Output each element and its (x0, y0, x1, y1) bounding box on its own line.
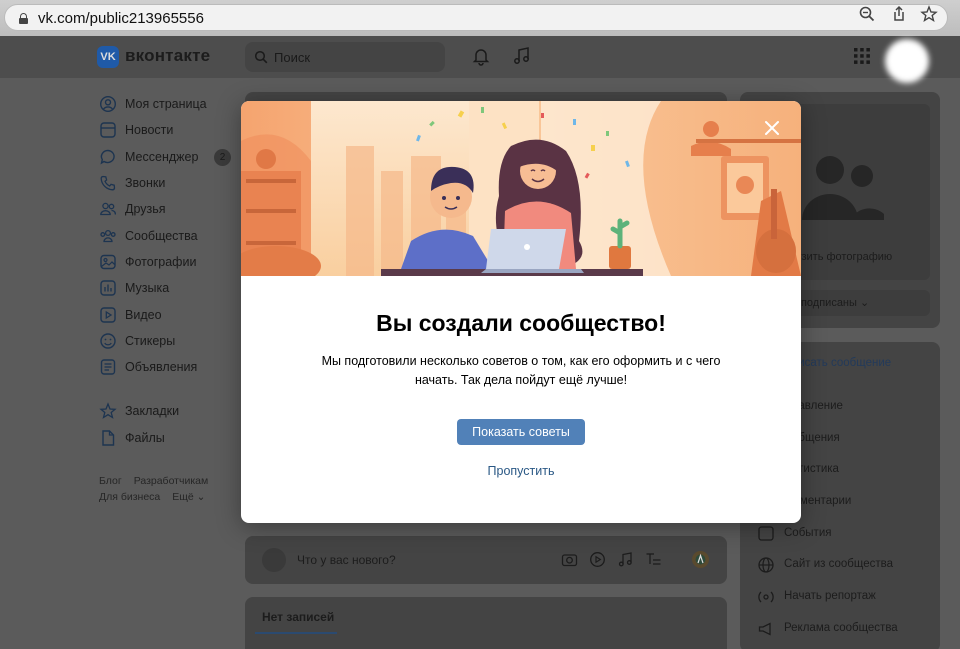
sidebar-item-friends[interactable]: Друзья (97, 196, 237, 222)
video-clip-icon[interactable] (589, 551, 606, 568)
ads-icon (100, 359, 116, 375)
search-placeholder: Поиск (274, 50, 311, 65)
modal-description: Мы подготовили несколько советов о том, … (321, 354, 721, 387)
address-bar[interactable]: vk.com/public213965556 (4, 4, 948, 31)
apps-grid-icon[interactable] (852, 46, 872, 66)
bookmark-icon (99, 402, 117, 420)
tab-no-posts[interactable]: Нет записей (262, 610, 334, 624)
community-created-modal: Вы создали сообщество! Мы подготовили не… (241, 101, 801, 523)
camera-icon[interactable] (561, 551, 578, 568)
vk-logo-icon[interactable]: VK (97, 46, 119, 68)
sticker-icon (100, 333, 116, 349)
sidebar-item-photos[interactable]: Фотографии (97, 249, 237, 275)
megaphone-icon (758, 622, 771, 636)
phone-icon (100, 175, 116, 191)
left-sidebar: Моя страница Новости Мессенджер 2 Звонки… (97, 91, 237, 451)
live-broadcast-icon (758, 591, 774, 603)
vk-brand[interactable]: вконтакте (125, 46, 210, 66)
sidebar-item-calls[interactable]: Звонки (97, 170, 237, 196)
show-tips-button[interactable]: Показать советы (457, 419, 585, 445)
browser-toolbar: vk.com/public213965556 (0, 0, 960, 36)
url-text[interactable]: vk.com/public213965556 (38, 10, 204, 27)
sidebar-item-stickers[interactable]: Стикеры (97, 328, 237, 354)
footer-more-link[interactable]: Ещё ⌄ (172, 491, 205, 503)
sidebar-item-news[interactable]: Новости (97, 117, 237, 143)
sidebar-item-my-page[interactable]: Моя страница (97, 91, 237, 117)
sidebar-item-bookmarks[interactable]: Закладки (97, 398, 237, 424)
composer-placeholder[interactable]: Что у вас нового? (297, 553, 396, 567)
footer-blog-link[interactable]: Блог (99, 475, 122, 487)
music-attach-icon[interactable] (617, 551, 634, 568)
news-icon (100, 122, 116, 139)
photo-icon (100, 254, 116, 270)
welcome-illustration (241, 101, 801, 276)
video-icon (100, 306, 116, 323)
skip-link[interactable]: Пропустить (241, 464, 801, 478)
sidebar-footer: Блог Разработчикам Для бизнеса Ещё ⌄ (99, 473, 220, 505)
menu-events[interactable]: События (784, 527, 831, 539)
composer-avatar (262, 548, 286, 572)
tab-underline (255, 632, 337, 634)
event-icon (758, 526, 774, 541)
communities-icon (100, 229, 116, 242)
sidebar-item-files[interactable]: Файлы (97, 425, 237, 451)
chat-icon (100, 149, 115, 165)
share-icon[interactable] (890, 5, 908, 23)
menu-community-ads[interactable]: Реклама сообщества (784, 622, 898, 634)
zoom-icon[interactable] (858, 5, 876, 23)
upload-photo-label[interactable]: рузить фотографию (790, 251, 892, 263)
sidebar-item-messenger[interactable]: Мессенджер 2 (97, 144, 237, 170)
friends-icon (100, 203, 116, 216)
star-icon[interactable] (920, 5, 938, 23)
search-icon (254, 50, 268, 64)
modal-title: Вы создали сообщество! (376, 310, 666, 336)
file-icon (102, 430, 115, 446)
unread-badge: 2 (214, 148, 231, 166)
menu-site-from-community[interactable]: Сайт из сообщества (784, 558, 893, 570)
group-silhouette-icon (802, 156, 884, 220)
vk-header: VK вконтакте Поиск (0, 36, 960, 83)
footer-developers-link[interactable]: Разработчикам (134, 475, 209, 487)
bell-icon[interactable] (471, 46, 491, 66)
lock-icon (19, 13, 28, 24)
write-message-link[interactable]: писать сообщение (792, 357, 891, 369)
user-icon (99, 96, 117, 113)
sidebar-item-ads[interactable]: Объявления (97, 354, 237, 380)
avatar[interactable] (885, 39, 929, 83)
music-note-icon[interactable] (512, 46, 532, 66)
search-input[interactable]: Поиск (245, 42, 445, 72)
sidebar-item-video[interactable]: Видео (97, 301, 237, 327)
ai-assistant-icon[interactable] (691, 550, 710, 569)
menu-start-broadcast[interactable]: Начать репортаж (784, 590, 876, 602)
footer-business-link[interactable]: Для бизнеса (99, 491, 160, 503)
sidebar-item-music[interactable]: Музыка (97, 275, 237, 301)
text-format-icon[interactable] (645, 551, 662, 568)
music-icon (100, 280, 116, 296)
sidebar-item-communities[interactable]: Сообщества (97, 222, 237, 248)
close-icon[interactable] (763, 119, 781, 137)
subscribed-label[interactable]: ы подписаны ⌄ (790, 296, 869, 309)
globe-icon (758, 557, 774, 573)
